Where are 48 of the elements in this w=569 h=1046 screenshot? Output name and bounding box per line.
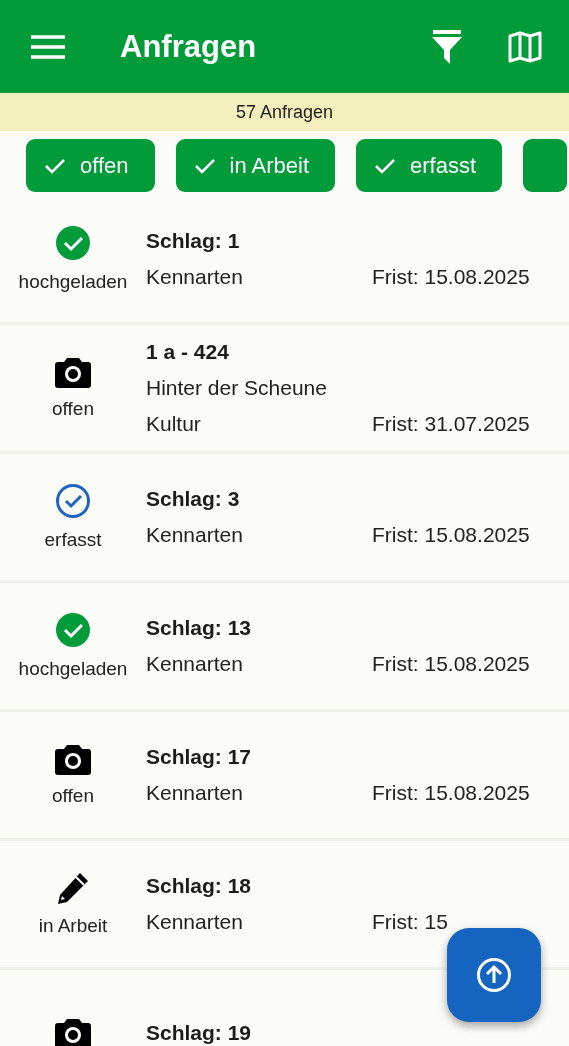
request-detail: Kennarten xyxy=(146,523,243,547)
request-detail: Hinter der Scheune xyxy=(146,376,327,400)
request-row[interactable]: offen Schlag: 17 Kennarten Frist: 15.08.2025 xyxy=(0,712,569,841)
request-detail: Kennarten xyxy=(146,652,243,676)
request-detail: Kennarten xyxy=(146,265,243,289)
deadline: Frist: 15.08.2025 xyxy=(372,523,531,547)
request-title: Schlag: 17 xyxy=(146,745,253,769)
deadline: Frist: 15.08.2025 xyxy=(372,652,531,676)
status-label: offen xyxy=(52,785,94,807)
check-circle-icon xyxy=(55,612,91,648)
status-label: erfasst xyxy=(44,529,102,551)
count-banner: 57 Anfragen xyxy=(0,93,569,131)
camera-icon xyxy=(55,743,91,775)
camera-icon xyxy=(55,356,91,388)
request-title: Schlag: 13 xyxy=(146,616,253,640)
filter-chip[interactable]: erfasst xyxy=(356,139,503,192)
request-detail: Kennarten xyxy=(146,781,243,805)
request-title: Schlag: 18 xyxy=(146,874,253,898)
request-title: Schlag: 19 xyxy=(146,1021,253,1045)
upload-icon xyxy=(476,957,512,993)
deadline: Frist: 15.08.2025 xyxy=(372,265,531,289)
request-row[interactable]: hochgeladen Schlag: 1 Kennarten Frist: 15.08.2025 xyxy=(0,196,569,325)
check-circle-icon xyxy=(55,483,91,519)
screen-title: Anfragen xyxy=(120,28,258,65)
status-label: hochgeladen xyxy=(18,271,128,293)
status-label: hochgeladen xyxy=(18,658,128,680)
request-detail: Kultur xyxy=(146,412,201,436)
filter-chip[interactable]: offen xyxy=(26,139,155,192)
check-icon xyxy=(374,156,397,175)
upload-button[interactable] xyxy=(447,928,541,1022)
check-circle-icon xyxy=(55,225,91,261)
deadline: Frist: 31.07.2025 xyxy=(372,412,531,436)
check-icon xyxy=(193,156,216,175)
check-icon xyxy=(44,156,66,175)
filter-chip[interactable]: in Arbeit xyxy=(175,139,336,192)
request-title: Schlag: 3 xyxy=(146,487,241,511)
deadline: Frist: 15 xyxy=(372,910,449,934)
request-row[interactable]: hochgeladen Schlag: 13 Kennarten Frist: 15.08.2025 xyxy=(0,583,569,712)
pencil-icon xyxy=(56,871,90,905)
request-row[interactable]: offen 1 a - 424 Hinter der Scheune Kultur Frist: 31.07.2025 xyxy=(0,325,569,454)
request-title: Schlag: 1 xyxy=(146,229,241,253)
status-label: offen xyxy=(52,398,94,420)
request-title: 1 a - 424 xyxy=(146,340,230,364)
request-detail: Kennarten xyxy=(146,910,243,934)
deadline: Frist: 15.08.2025 xyxy=(372,781,531,805)
request-row[interactable]: erfasst Schlag: 3 Kennarten Frist: 15.08.2025 xyxy=(0,454,569,583)
filter-chip[interactable] xyxy=(523,139,568,192)
status-label: in Arbeit xyxy=(38,915,108,937)
